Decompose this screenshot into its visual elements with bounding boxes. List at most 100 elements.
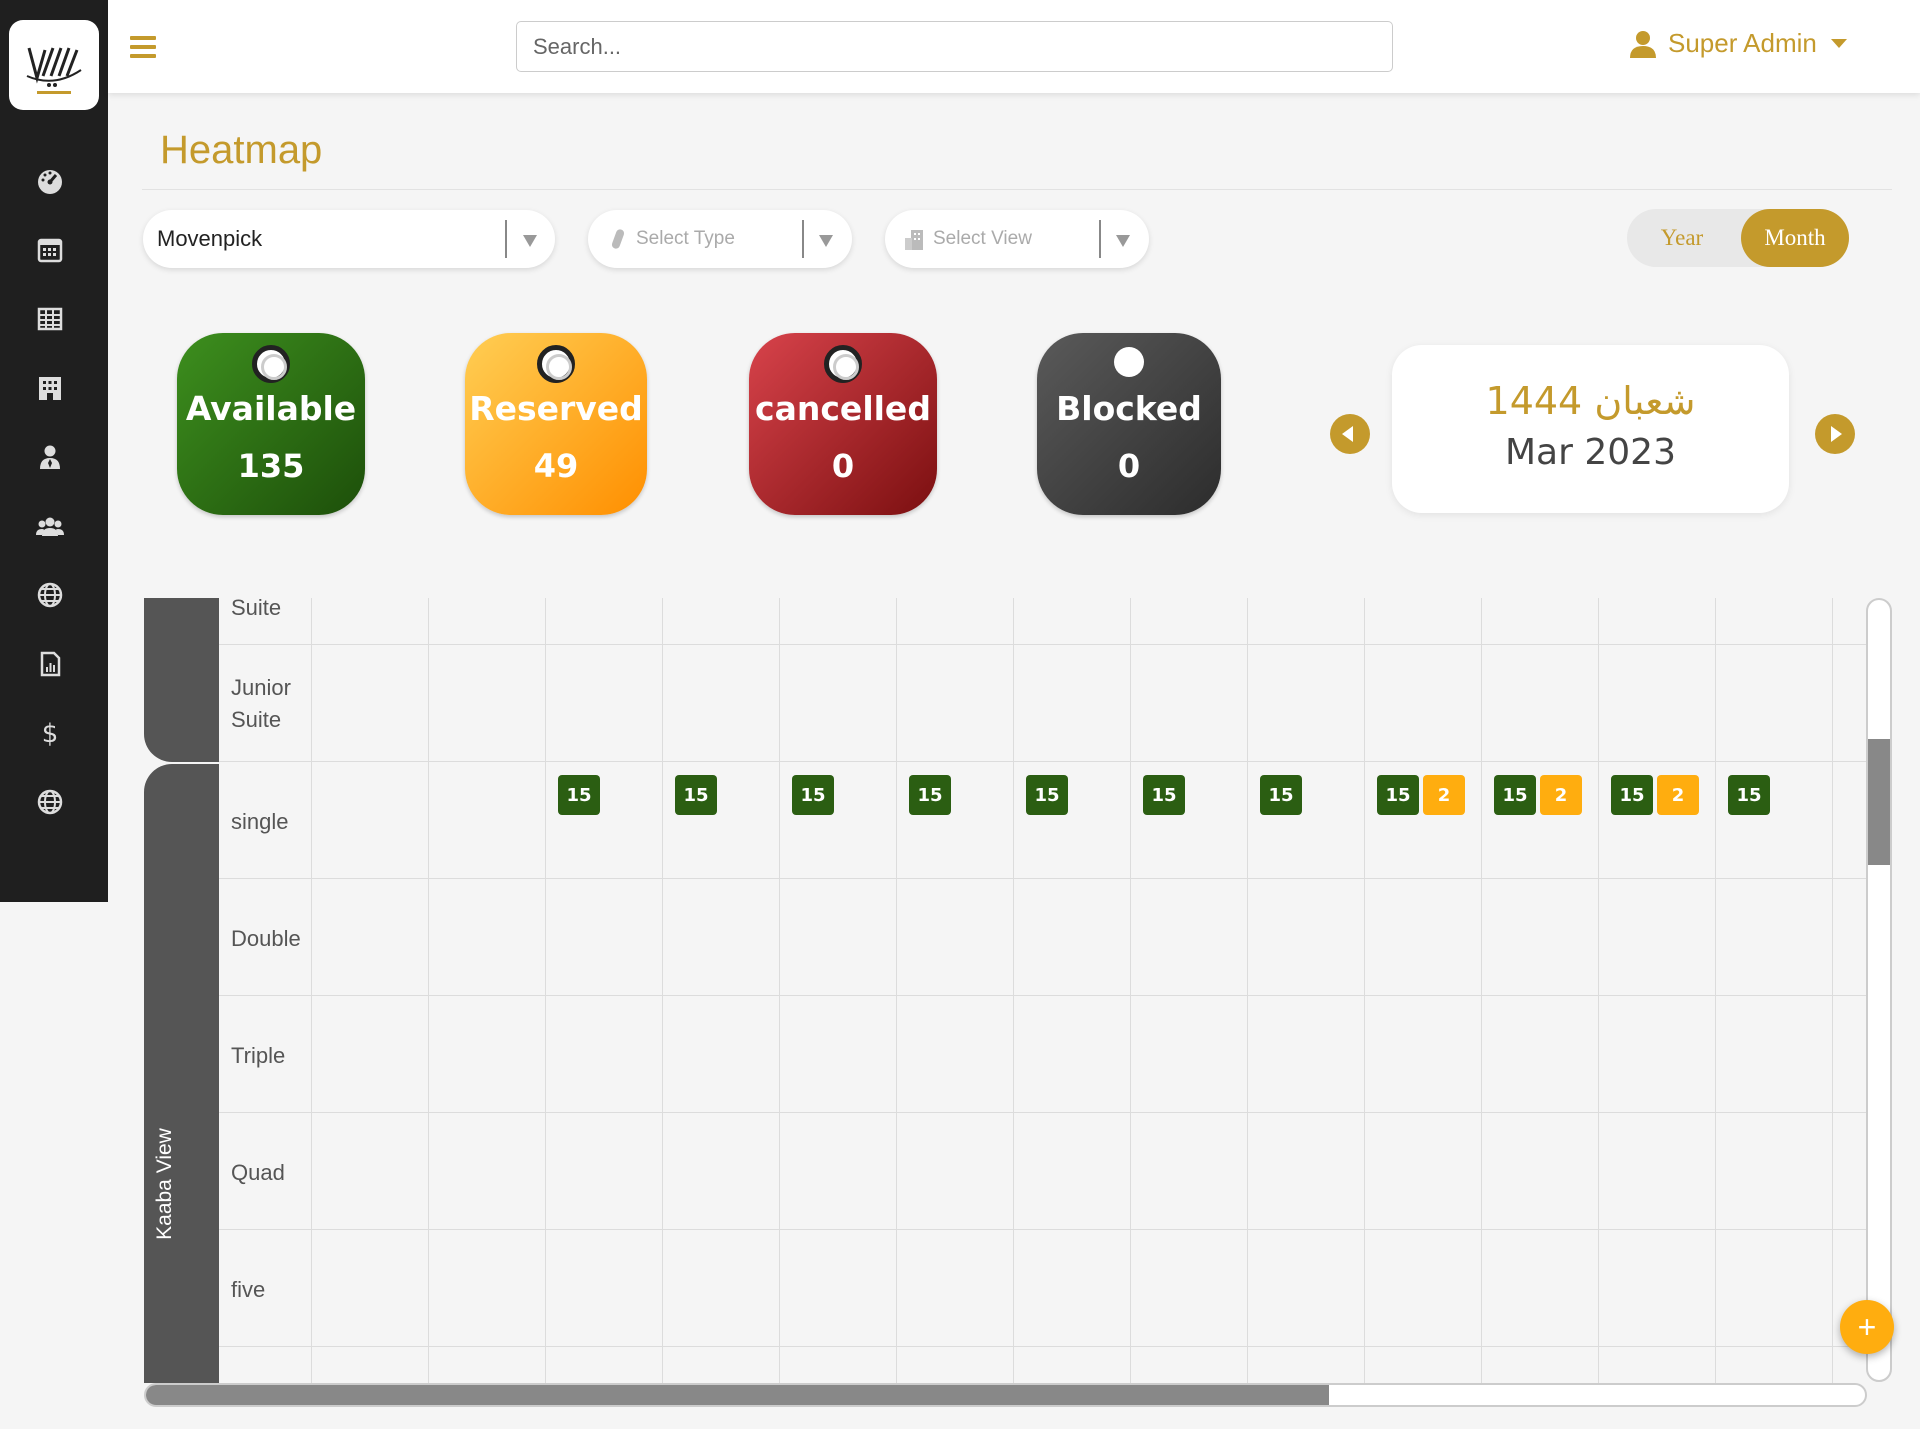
grid-column-line [1832,598,1833,1383]
reserved-badge[interactable]: 2 [1657,775,1699,815]
search-input[interactable] [516,21,1393,72]
logo[interactable] [9,20,99,110]
group-header-kaaba-view: Kaaba View [144,764,219,1383]
users-icon[interactable] [30,506,70,546]
grid-column-line [1130,598,1131,1383]
available-badge[interactable]: 15 [1494,775,1536,815]
available-label: Available [185,389,357,428]
top-bar: Super Admin [108,0,1920,93]
row-label-triple: Triple [231,1043,286,1068]
row-label-junior-suite: Junior Suite [231,675,291,732]
scroll-thumb[interactable] [146,1385,1329,1405]
logo-mark [26,47,82,94]
grid-column-line [1598,598,1599,1383]
add-button[interactable]: + [1840,1300,1894,1354]
group-label: Kaaba View [153,1128,176,1240]
chevron-down-icon [1116,235,1130,247]
sidebar: $ [0,0,108,902]
reserved-card[interactable]: Reserved 49 [465,333,647,515]
grid-row-line [219,761,1868,762]
available-badge[interactable]: 15 [1143,775,1185,815]
grid-row-line [219,995,1868,996]
menu-toggle-icon[interactable] [130,36,156,58]
cancelled-count: 0 [831,447,855,485]
hijri-date: شعبان 1444 [1485,379,1696,423]
dashboard-icon[interactable] [30,161,70,201]
available-badge[interactable]: 15 [792,775,834,815]
divider [142,189,1892,190]
page-title: Heatmap [160,128,323,172]
type-select-placeholder: Select Type [636,228,735,249]
user-tie-icon[interactable] [30,437,70,477]
reserved-badge[interactable]: 2 [1540,775,1582,815]
prev-month-button[interactable] [1330,414,1370,454]
grid-row-line [219,1229,1868,1230]
grid-column-line [1013,598,1014,1383]
available-badge[interactable]: 15 [1377,775,1419,815]
available-badge[interactable]: 15 [1611,775,1653,815]
grid-row-line [219,1346,1868,1347]
cancelled-card[interactable]: cancelled 0 [749,333,937,515]
period-toggle: Year Month [1627,209,1849,267]
grid-column-line [779,598,780,1383]
grid-column-line [311,598,312,1383]
grid-row-line [219,644,1868,645]
building-icon[interactable] [30,368,70,408]
user-menu[interactable]: Super Admin [1630,28,1847,59]
gregorian-date: Mar 2023 [1505,432,1676,473]
ring-icon [824,345,862,383]
row-label-suite: Suite [231,598,282,620]
calendar-icon[interactable] [30,230,70,270]
next-month-button[interactable] [1815,414,1855,454]
reserved-badge[interactable]: 2 [1423,775,1465,815]
reserved-count: 49 [533,447,579,485]
globe-icon[interactable] [30,575,70,615]
scroll-thumb[interactable] [1868,739,1890,865]
select-separator [802,220,804,258]
blocked-card[interactable]: Blocked 0 [1037,333,1221,515]
available-badge[interactable]: 15 [1728,775,1770,815]
grid-column-line [896,598,897,1383]
chevron-down-icon [1830,39,1847,48]
ring-icon [537,345,575,383]
dollar-icon[interactable]: $ [30,713,70,753]
available-badge[interactable]: 15 [909,775,951,815]
view-select[interactable]: Select View [885,210,1149,268]
type-select[interactable]: Select Type [588,210,852,268]
vertical-scrollbar[interactable] [1866,598,1892,1382]
bandage-icon [611,229,625,249]
report-icon[interactable] [30,644,70,684]
globe-icon[interactable] [30,782,70,822]
date-card: شعبان 1444 Mar 2023 [1392,345,1789,513]
chevron-down-icon [523,235,537,247]
group-header-partial [144,598,219,762]
user-icon [1630,30,1656,58]
year-button[interactable]: Year [1627,209,1737,267]
user-name: Super Admin [1668,28,1817,58]
available-badge[interactable]: 15 [675,775,717,815]
available-card[interactable]: Available 135 [177,333,365,515]
view-select-placeholder: Select View [933,228,1032,249]
select-separator [505,220,507,258]
month-button[interactable]: Month [1741,209,1849,267]
row-label-single: single [231,809,289,834]
available-badge[interactable]: 15 [1026,775,1068,815]
hotel-icon [905,230,923,250]
available-count: 135 [237,447,305,485]
ring-icon [252,345,290,383]
grid-column-line [428,598,429,1383]
available-badge[interactable]: 15 [558,775,600,815]
grid-column-line [1247,598,1248,1383]
hotel-select[interactable]: Movenpick [143,210,555,268]
chevron-down-icon [819,235,833,247]
grid-column-line [662,598,663,1383]
svg-text:$: $ [42,719,59,747]
blocked-count: 0 [1117,447,1141,485]
horizontal-scrollbar[interactable] [144,1383,1867,1407]
dot-icon [1114,347,1144,377]
grid-column-line [1715,598,1716,1383]
grid-row-line [219,1112,1868,1113]
blocked-label: Blocked [1056,389,1202,428]
available-badge[interactable]: 15 [1260,775,1302,815]
table-icon[interactable] [30,299,70,339]
